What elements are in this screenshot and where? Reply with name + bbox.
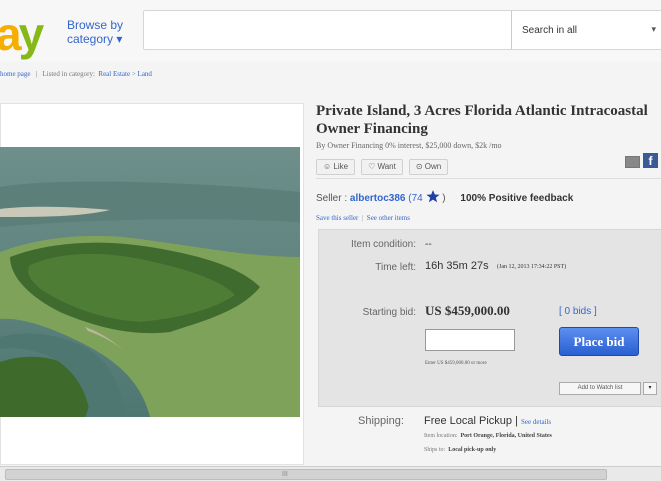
seller-feedback-score[interactable]: (74 xyxy=(408,193,422,204)
breadcrumb-arrow: > xyxy=(131,70,136,78)
scrollbar-grip: III xyxy=(282,471,288,478)
star-icon xyxy=(425,190,440,203)
own-button[interactable]: ⊙ Own xyxy=(408,159,449,175)
listing-title-line2: Owner Financing xyxy=(316,121,428,137)
positive-feedback: 100% Positive feedback xyxy=(460,193,574,204)
item-location: Item location: Port Orange, Florida, Uni… xyxy=(424,433,552,439)
search-input[interactable] xyxy=(143,10,513,50)
want-button[interactable]: ♡ Want xyxy=(361,159,403,175)
shipping-value: Free Local Pickup | See details xyxy=(424,415,551,427)
scrollbar-thumb[interactable]: III xyxy=(5,469,607,480)
breadcrumb-separator: | xyxy=(35,70,38,78)
social-buttons: ☺ Like ♡ Want ⊙ Own xyxy=(316,159,449,175)
listing-title-line1: Private Island, 3 Acres Florida Atlantic… xyxy=(316,103,648,119)
save-seller-link[interactable]: Save this seller xyxy=(316,214,358,222)
listing-photo[interactable] xyxy=(0,147,300,417)
email-share-icon[interactable] xyxy=(625,156,640,168)
listing-subtitle: By Owner Financing 0% interest, $25,000 … xyxy=(316,141,502,150)
starting-bid-label: Starting bid: xyxy=(362,307,416,318)
breadcrumb: home page | Listed in category: Real Est… xyxy=(0,70,661,78)
browse-by-category-button[interactable]: Browse by category ▾ xyxy=(67,18,123,46)
ships-to-value: Local pick-up only xyxy=(448,447,497,453)
item-condition-label: Item condition: xyxy=(350,239,416,250)
bid-hint: Enter US $459,000.00 or more xyxy=(425,361,487,366)
seller-links: Save this seller | See other items xyxy=(316,214,410,222)
breadcrumb-listed-in: Listed in category: xyxy=(42,70,95,78)
breadcrumb-home-link[interactable]: home page xyxy=(0,70,31,78)
seller-links-sep: | xyxy=(361,214,364,222)
ships-to-label: Ships to: xyxy=(424,447,446,453)
search-category-select[interactable]: Search in all ▾ xyxy=(511,10,661,50)
seller-info: Seller : albertoc386 (74 ) 100% Positive… xyxy=(316,190,573,204)
divider xyxy=(316,178,661,179)
other-items-link[interactable]: See other items xyxy=(367,214,410,222)
ebay-logo[interactable]: ay xyxy=(0,6,45,62)
horizontal-scrollbar[interactable]: III xyxy=(0,466,661,481)
starting-bid-value: US $459,000.00 xyxy=(425,303,510,318)
ships-to: Ships to: Local pick-up only xyxy=(424,447,496,453)
logo-letter-y: y xyxy=(18,8,45,60)
shipping-method: Free Local Pickup | xyxy=(424,415,518,427)
bid-box: Item condition: -- Time left: 16h 35m 27… xyxy=(318,229,661,407)
search-category-label: Search in all xyxy=(522,25,578,36)
header: ay Browse by category ▾ Search in all ▾ xyxy=(0,0,661,62)
breadcrumb-land-link[interactable]: Land xyxy=(138,70,152,78)
browse-line2: category ▾ xyxy=(67,32,123,46)
item-location-label: Item location: xyxy=(424,433,458,439)
logo-letter-a: a xyxy=(0,8,22,60)
place-bid-button[interactable]: Place bid xyxy=(559,327,639,356)
seller-name-link[interactable]: albertoc386 xyxy=(350,193,406,204)
breadcrumb-real-estate-link[interactable]: Real Estate xyxy=(98,70,130,78)
chevron-down-icon: ▾ xyxy=(651,24,656,34)
time-left-value: 16h 35m 27s xyxy=(425,260,489,272)
end-time-detail: (Jan 12, 2013 17:34:22 PST) xyxy=(497,264,567,270)
add-to-watch-list-button[interactable]: Add to Watch list xyxy=(559,382,641,395)
item-location-value: Port Orange, Florida, United States xyxy=(460,433,552,439)
time-left-label: Time left: xyxy=(375,262,416,273)
seller-label: Seller : xyxy=(316,193,348,204)
listing-details: Private Island, 3 Acres Florida Atlantic… xyxy=(316,102,661,175)
see-details-link[interactable]: See details xyxy=(521,418,551,426)
browse-line1: Browse by xyxy=(67,18,124,32)
seller-score-close: ) xyxy=(442,193,446,204)
like-button[interactable]: ☺ Like xyxy=(316,159,356,175)
chevron-down-icon[interactable]: ▾ xyxy=(643,382,657,395)
item-condition-value: -- xyxy=(425,239,432,250)
shipping-label: Shipping: xyxy=(358,415,404,427)
bid-count-link[interactable]: [ 0 bids ] xyxy=(559,306,597,317)
facebook-share-icon[interactable]: f xyxy=(643,153,658,168)
bid-amount-input[interactable] xyxy=(425,329,515,351)
